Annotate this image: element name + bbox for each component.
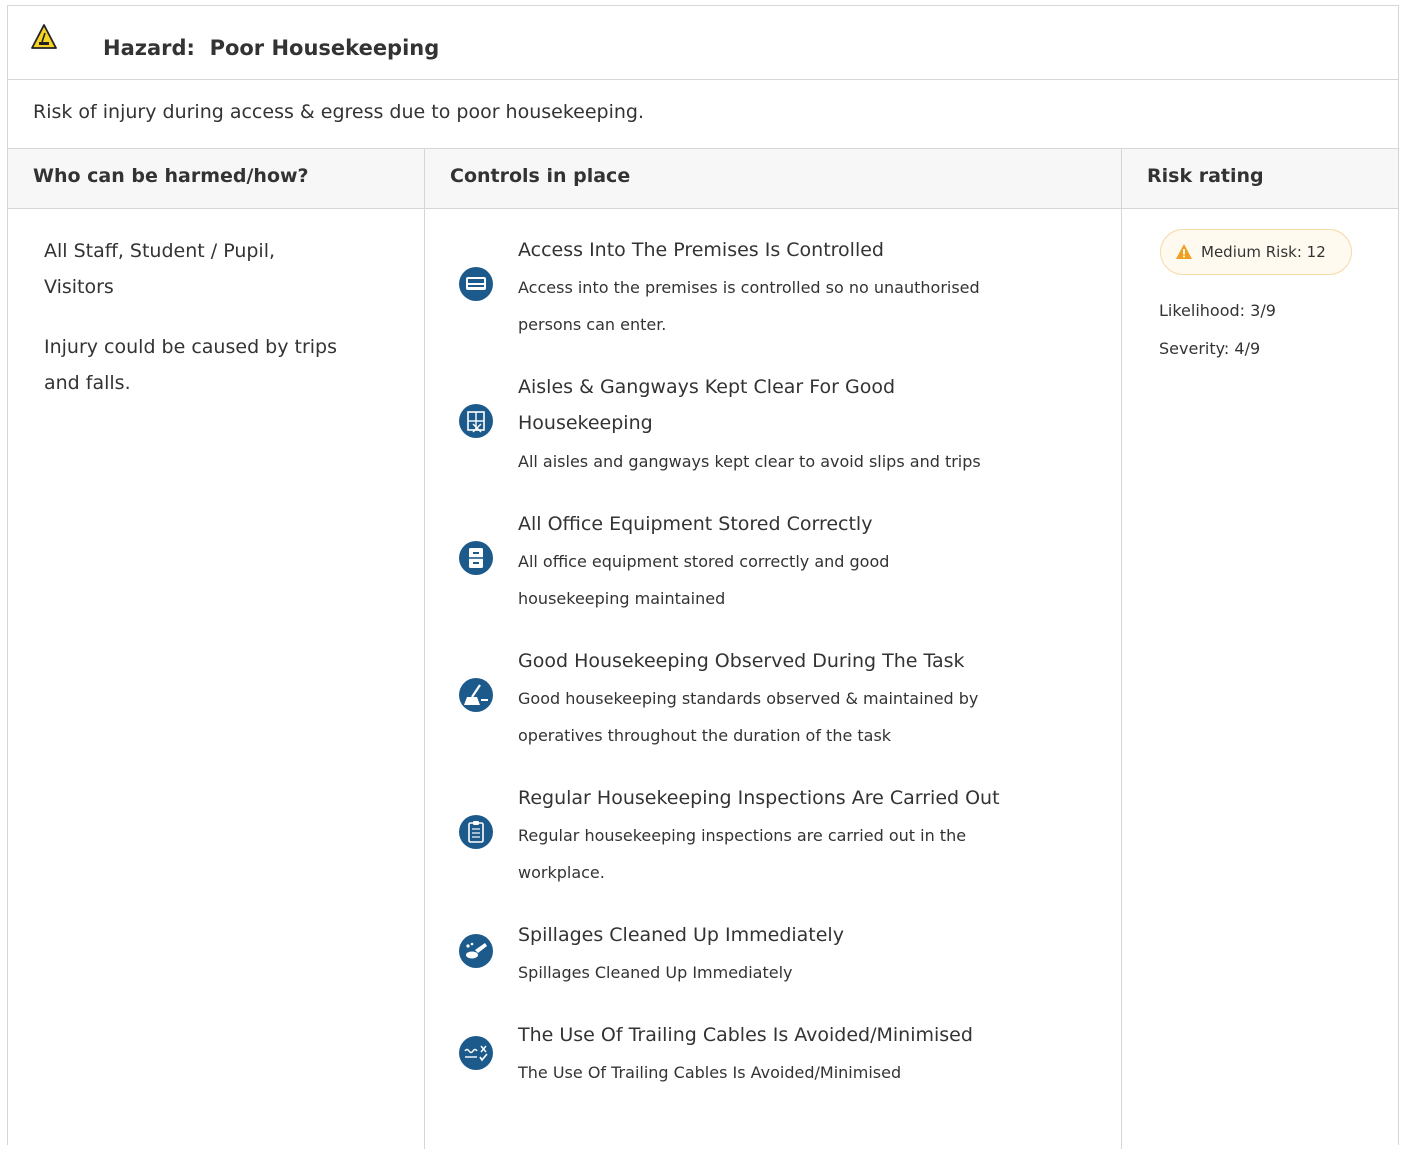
spill-cleanup-icon <box>459 934 493 968</box>
who-how-line: and falls. <box>44 372 131 394</box>
who-groups-line: All Staff, Student / Pupil, <box>44 240 276 262</box>
likelihood-value: Likelihood: 3/9 <box>1159 301 1276 320</box>
risk-badge: Medium Risk: 12 <box>1160 229 1352 275</box>
header-risk: Risk rating <box>1147 165 1264 187</box>
control-title: Access Into The Premises Is Controlled <box>518 239 884 261</box>
table-header: Who can be harmed/how? Controls in place… <box>8 149 1398 209</box>
control-description: persons can enter. <box>518 315 667 334</box>
severity-value: Severity: 4/9 <box>1159 339 1261 358</box>
control-title: Housekeeping <box>518 412 653 434</box>
hazard-description-row: Risk of injury during access & egress du… <box>8 80 1398 149</box>
hazard-title: Hazard: Poor Housekeeping <box>103 36 439 60</box>
table-body: All Staff, Student / Pupil, Visitors Inj… <box>8 209 1398 1149</box>
hazard-label: Hazard: <box>103 36 195 60</box>
warning-icon <box>1176 244 1192 259</box>
control-description: operatives throughout the duration of th… <box>518 726 892 745</box>
hazard-header: Hazard: Poor Housekeeping <box>8 6 1398 80</box>
hazard-card: Hazard: Poor Housekeeping Risk of injury… <box>7 5 1399 1149</box>
control-description: Good housekeeping standards observed & m… <box>518 689 979 708</box>
sweeping-icon <box>459 678 493 712</box>
control-description: Access into the premises is controlled s… <box>518 278 980 297</box>
hazard-description: Risk of injury during access & egress du… <box>33 101 645 123</box>
control-title: Good Housekeeping Observed During The Ta… <box>518 650 965 672</box>
column-divider <box>424 209 425 1149</box>
control-description: Regular housekeeping inspections are car… <box>518 826 967 845</box>
control-description: All aisles and gangways kept clear to av… <box>518 452 981 471</box>
control-description: All office equipment stored correctly an… <box>518 552 890 571</box>
filing-cabinet-icon <box>459 541 493 575</box>
hazard-name: Poor Housekeeping <box>209 36 440 60</box>
column-divider <box>1121 149 1122 208</box>
who-groups-line: Visitors <box>44 276 114 298</box>
header-who: Who can be harmed/how? <box>33 165 309 187</box>
control-title: All Office Equipment Stored Correctly <box>518 513 873 535</box>
risk-badge-label: Medium Risk: 12 <box>1201 243 1326 261</box>
header-controls: Controls in place <box>450 165 631 187</box>
control-title: Spillages Cleaned Up Immediately <box>518 924 844 946</box>
control-title: Aisles & Gangways Kept Clear For Good <box>518 376 896 398</box>
control-description: workplace. <box>518 863 605 882</box>
aisle-gangway-icon <box>459 404 493 438</box>
control-title: The Use Of Trailing Cables Is Avoided/Mi… <box>518 1024 973 1046</box>
trailing-cable-icon <box>459 1036 493 1070</box>
control-title: Regular Housekeeping Inspections Are Car… <box>518 787 1000 809</box>
hazard-warning-icon <box>31 24 57 49</box>
control-description: housekeeping maintained <box>518 589 726 608</box>
column-divider <box>1121 209 1122 1149</box>
clipboard-checklist-icon <box>459 815 493 849</box>
column-divider <box>424 149 425 208</box>
control-description: The Use Of Trailing Cables Is Avoided/Mi… <box>518 1063 902 1082</box>
who-how-line: Injury could be caused by trips <box>44 336 338 358</box>
control-description: Spillages Cleaned Up Immediately <box>518 963 793 982</box>
pass-card-icon <box>459 267 493 301</box>
